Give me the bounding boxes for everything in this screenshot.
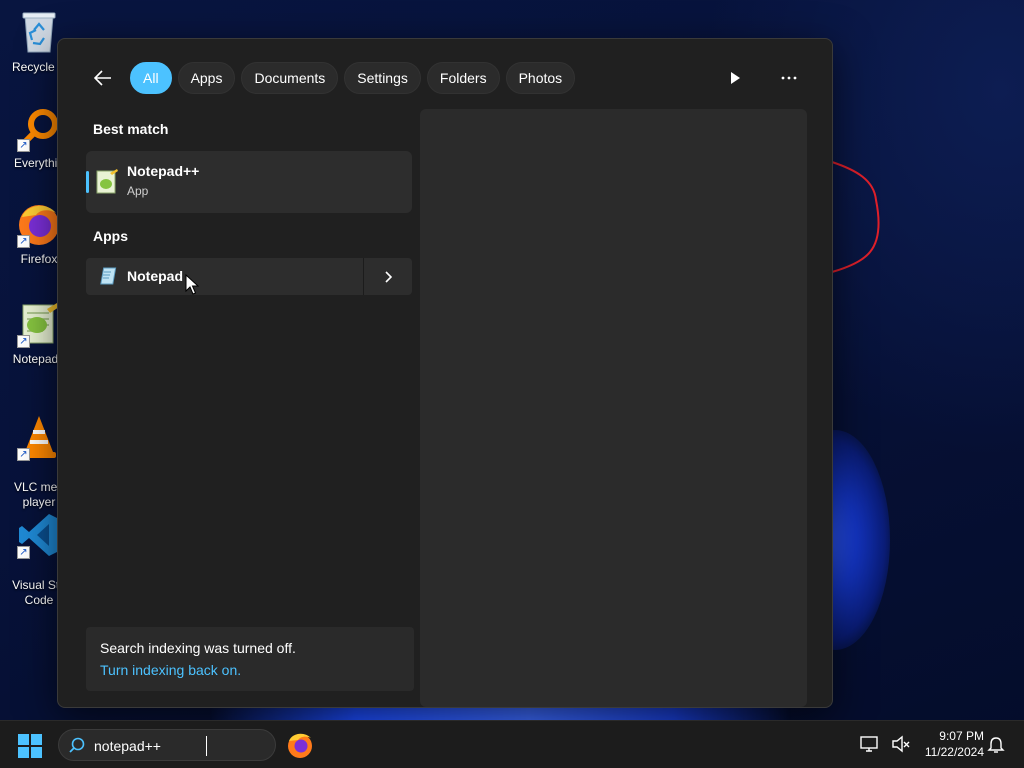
- start-button[interactable]: [17, 733, 43, 759]
- filter-chip-photos[interactable]: Photos: [505, 62, 576, 94]
- shortcut-arrow-icon: ↗: [17, 235, 30, 248]
- shortcut-arrow-icon: ↗: [17, 139, 30, 152]
- taskbar-search-input[interactable]: notepad++: [58, 729, 276, 761]
- more-options-button[interactable]: [774, 63, 804, 93]
- app-result-open[interactable]: Notepad: [86, 258, 363, 295]
- clock-time: 9:07 PM: [939, 729, 984, 743]
- turn-indexing-on-link[interactable]: Turn indexing back on.: [100, 662, 241, 678]
- chevron-right-icon: [385, 270, 392, 283]
- windows-logo-icon: [18, 734, 42, 758]
- indexing-notice: Search indexing was turned off. Turn ind…: [86, 627, 414, 691]
- app-result-expand-button[interactable]: [364, 258, 412, 295]
- app-result-notepad: Notepad: [86, 258, 412, 295]
- ellipsis-icon: [781, 76, 797, 80]
- app-result-name: Notepad: [127, 268, 183, 284]
- taskbar: notepad++ 9:07 PM 11/22/2024: [0, 720, 1024, 768]
- mouse-cursor-icon: [185, 274, 199, 295]
- back-arrow-icon: [94, 70, 111, 86]
- apps-heading: Apps: [93, 228, 128, 244]
- best-match-type: App: [127, 184, 149, 198]
- firefox-icon: [288, 733, 312, 758]
- shortcut-arrow-icon: ↗: [17, 546, 30, 559]
- shortcut-arrow-icon: ↗: [17, 448, 30, 461]
- best-match-result[interactable]: Notepad++ App: [86, 151, 412, 213]
- indexing-message: Search indexing was turned off.: [100, 640, 296, 656]
- filter-chip-apps[interactable]: Apps: [177, 62, 236, 94]
- play-icon: [731, 72, 740, 84]
- filter-chip-folders[interactable]: Folders: [426, 62, 500, 94]
- selection-indicator: [86, 171, 89, 193]
- filter-chip-settings[interactable]: Settings: [344, 62, 421, 94]
- back-button[interactable]: [86, 61, 120, 95]
- notepad-icon: [100, 267, 117, 285]
- more-filters-button[interactable]: [720, 63, 750, 93]
- system-tray: [858, 733, 912, 755]
- taskbar-clock[interactable]: 9:07 PM 11/22/2024: [908, 728, 984, 760]
- filter-chip-all[interactable]: All: [130, 62, 172, 94]
- best-match-heading: Best match: [93, 121, 169, 137]
- red-annotation-scribble: [831, 161, 880, 273]
- search-icon: [69, 737, 85, 753]
- search-filter-bar: All Apps Documents Settings Folders Phot…: [86, 61, 804, 95]
- clock-date: 11/22/2024: [924, 745, 984, 759]
- recycle-bin-icon: [15, 8, 63, 56]
- notification-bell-icon[interactable]: [986, 735, 1006, 755]
- filter-chip-documents[interactable]: Documents: [241, 62, 339, 94]
- best-match-name: Notepad++: [127, 163, 200, 179]
- text-caret: [206, 736, 207, 756]
- search-panel: All Apps Documents Settings Folders Phot…: [57, 38, 833, 708]
- notepad-plus-plus-icon: [96, 169, 118, 194]
- network-icon[interactable]: [858, 733, 880, 755]
- taskbar-firefox-button[interactable]: [286, 731, 314, 759]
- shortcut-arrow-icon: ↗: [17, 335, 30, 348]
- taskbar-search-value: notepad++: [94, 738, 161, 754]
- preview-pane: [420, 109, 807, 707]
